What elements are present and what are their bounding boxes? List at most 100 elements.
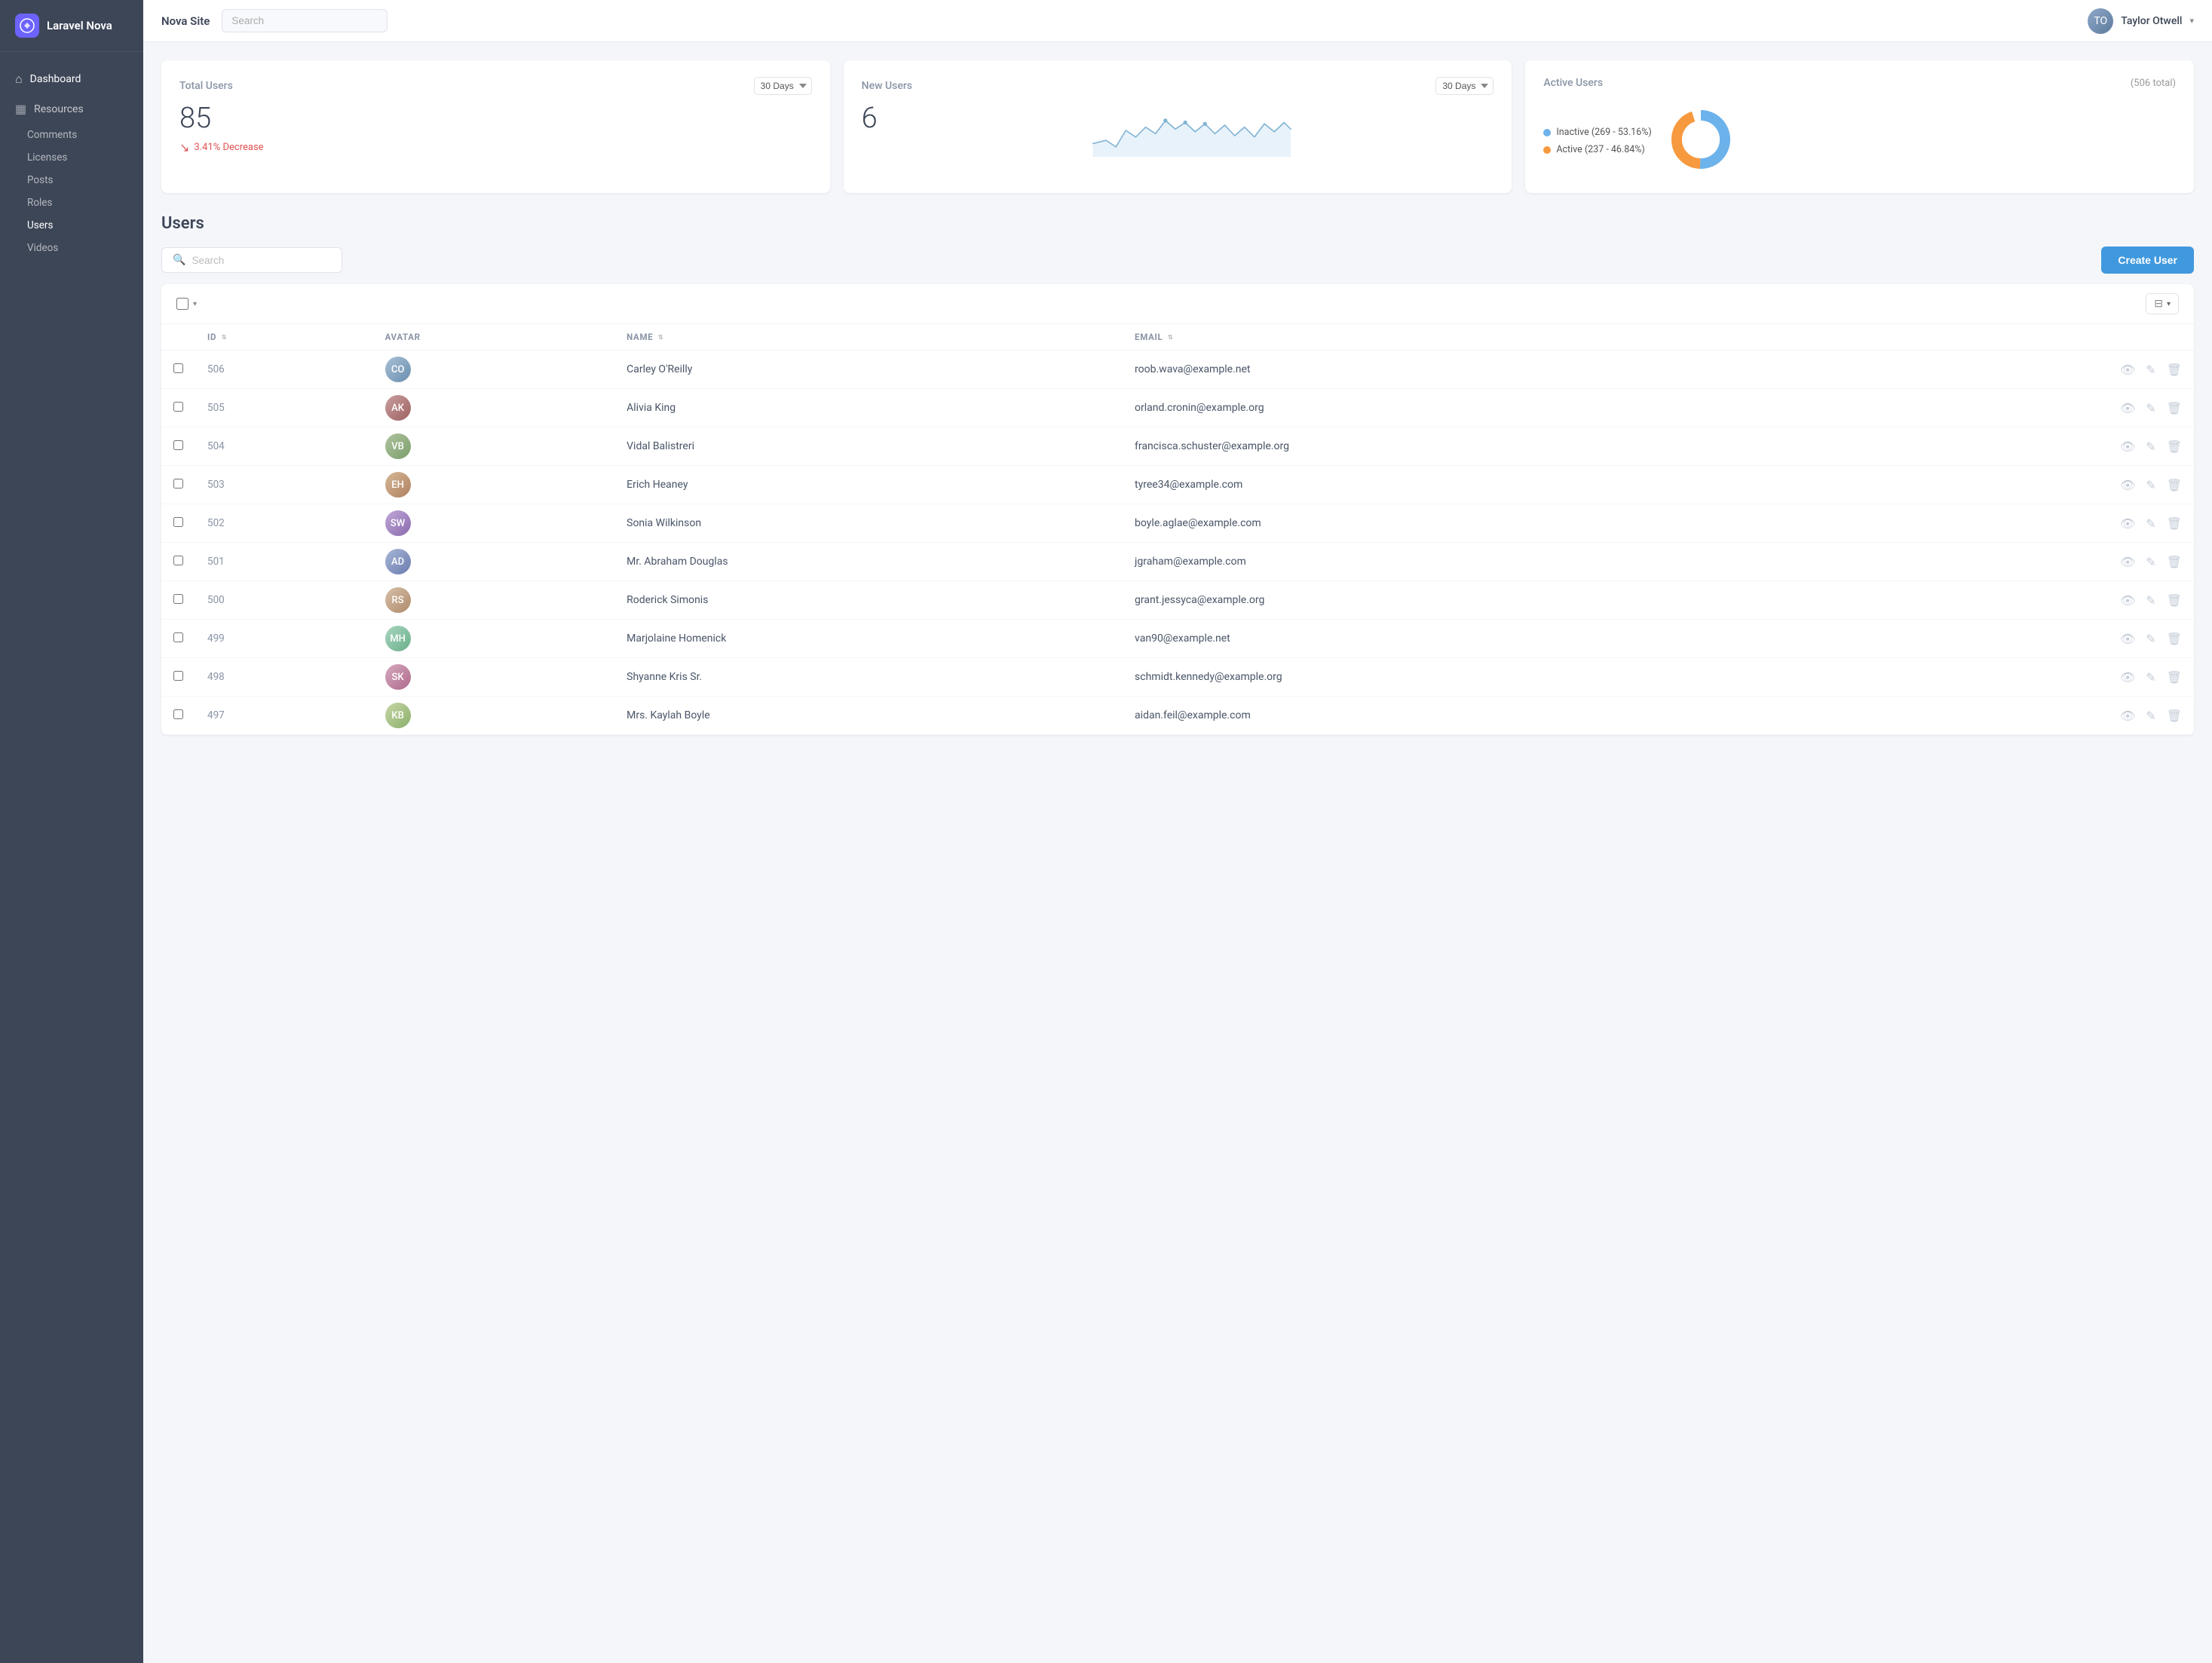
legend-active: Active (237 - 46.84%) <box>1543 144 1651 155</box>
new-users-period-select[interactable]: 30 Days 60 Days 90 Days <box>1435 77 1494 95</box>
th-checkbox <box>161 324 195 351</box>
sidebar-item-videos[interactable]: Videos <box>0 237 143 259</box>
row-name: Shyanne Kris Sr. <box>614 658 1123 697</box>
table-row: 498 SK Shyanne Kris Sr. schmidt.kennedy@… <box>161 658 2194 697</box>
delete-icon[interactable]: 🗑 <box>2167 439 2182 454</box>
id-sort-icon[interactable]: ⇅ <box>222 334 227 341</box>
delete-icon[interactable]: 🗑 <box>2167 593 2182 608</box>
row-actions: 👁 ✎ 🗑 <box>1858 478 2182 492</box>
view-icon[interactable]: 👁 <box>2120 401 2135 415</box>
select-all-checkbox[interactable] <box>176 298 188 310</box>
row-avatar-cell: RS <box>373 581 615 620</box>
view-icon[interactable]: 👁 <box>2120 478 2135 492</box>
total-users-period-select[interactable]: 30 Days 60 Days 90 Days <box>754 77 812 95</box>
sidebar-item-dashboard[interactable]: ⌂ Dashboard <box>0 64 143 94</box>
row-avatar-cell: KB <box>373 697 615 735</box>
table-row: 501 AD Mr. Abraham Douglas jgraham@examp… <box>161 543 2194 581</box>
row-checkbox[interactable] <box>173 709 183 719</box>
view-icon[interactable]: 👁 <box>2120 593 2135 608</box>
row-checkbox[interactable] <box>173 517 183 527</box>
inactive-dot <box>1543 129 1551 136</box>
sidebar-licenses-label: Licenses <box>27 152 67 164</box>
sidebar-item-users[interactable]: Users <box>0 214 143 237</box>
sidebar-videos-label: Videos <box>27 242 58 254</box>
edit-icon[interactable]: ✎ <box>2146 516 2155 531</box>
inactive-label: Inactive (269 - 53.16%) <box>1556 127 1651 138</box>
row-checkbox[interactable] <box>173 632 183 642</box>
row-email: schmidt.kennedy@example.org <box>1123 658 1846 697</box>
edit-icon[interactable]: ✎ <box>2146 709 2155 723</box>
avatar: EH <box>385 472 411 498</box>
edit-icon[interactable]: ✎ <box>2146 401 2155 415</box>
col-id-label: ID <box>207 332 216 342</box>
view-icon[interactable]: 👁 <box>2120 670 2135 684</box>
delete-icon[interactable]: 🗑 <box>2167 363 2182 377</box>
avatar: MH <box>385 626 411 651</box>
delete-icon[interactable]: 🗑 <box>2167 401 2182 415</box>
view-icon[interactable]: 👁 <box>2120 363 2135 377</box>
chevron-down-icon[interactable]: ▾ <box>193 300 197 308</box>
filter-button[interactable]: ⊟ ▾ <box>2146 293 2179 314</box>
username: Taylor Otwell <box>2121 15 2182 27</box>
row-checkbox-cell <box>161 581 195 620</box>
edit-icon[interactable]: ✎ <box>2146 670 2155 684</box>
row-id: 505 <box>195 389 373 427</box>
donut-svg <box>1667 106 1735 173</box>
row-checkbox[interactable] <box>173 594 183 604</box>
delete-icon[interactable]: 🗑 <box>2167 516 2182 531</box>
delete-icon[interactable]: 🗑 <box>2167 555 2182 569</box>
th-email[interactable]: EMAIL ⇅ <box>1123 324 1846 351</box>
search-input[interactable] <box>191 255 331 266</box>
chevron-down-icon: ▾ <box>2189 16 2194 26</box>
table-toolbar: 🔍 Create User <box>161 247 2194 274</box>
edit-icon[interactable]: ✎ <box>2146 478 2155 492</box>
app-logo-icon <box>15 14 39 38</box>
row-checkbox[interactable] <box>173 440 183 450</box>
sidebar-item-roles[interactable]: Roles <box>0 191 143 214</box>
sparkline-chart <box>890 104 1494 157</box>
total-users-title: Total Users <box>179 80 233 92</box>
sidebar-item-licenses[interactable]: Licenses <box>0 146 143 169</box>
th-actions <box>1846 324 2194 351</box>
delete-icon[interactable]: 🗑 <box>2167 632 2182 646</box>
total-users-change: ↘ 3.41% Decrease <box>179 140 812 155</box>
delete-icon[interactable]: 🗑 <box>2167 478 2182 492</box>
total-users-change-text: 3.41% Decrease <box>194 142 263 153</box>
user-menu[interactable]: TO Taylor Otwell ▾ <box>2088 8 2194 34</box>
create-user-button[interactable]: Create User <box>2101 247 2194 274</box>
view-icon[interactable]: 👁 <box>2120 439 2135 454</box>
th-name[interactable]: NAME ⇅ <box>614 324 1123 351</box>
th-id[interactable]: ID ⇅ <box>195 324 373 351</box>
row-actions: 👁 ✎ 🗑 <box>1858 670 2182 684</box>
name-sort-icon[interactable]: ⇅ <box>658 334 663 341</box>
row-name: Carley O'Reilly <box>614 351 1123 389</box>
view-icon[interactable]: 👁 <box>2120 516 2135 531</box>
email-sort-icon[interactable]: ⇅ <box>1168 334 1173 341</box>
view-icon[interactable]: 👁 <box>2120 709 2135 723</box>
edit-icon[interactable]: ✎ <box>2146 555 2155 569</box>
sidebar-item-comments[interactable]: Comments <box>0 124 143 146</box>
row-email: grant.jessyca@example.org <box>1123 581 1846 620</box>
view-icon[interactable]: 👁 <box>2120 632 2135 646</box>
topbar-search-input[interactable] <box>222 9 388 32</box>
sidebar-item-posts[interactable]: Posts <box>0 169 143 191</box>
avatar: VB <box>385 433 411 459</box>
row-checkbox[interactable] <box>173 402 183 412</box>
donut-chart <box>1667 106 1735 176</box>
chevron-down-icon: ▾ <box>2167 300 2171 308</box>
edit-icon[interactable]: ✎ <box>2146 632 2155 646</box>
avatar: AD <box>385 549 411 574</box>
delete-icon[interactable]: 🗑 <box>2167 670 2182 684</box>
sidebar-item-resources[interactable]: ▦ Resources <box>0 94 143 124</box>
row-checkbox[interactable] <box>173 671 183 681</box>
edit-icon[interactable]: ✎ <box>2146 363 2155 377</box>
edit-icon[interactable]: ✎ <box>2146 439 2155 454</box>
delete-icon[interactable]: 🗑 <box>2167 709 2182 723</box>
row-checkbox[interactable] <box>173 363 183 373</box>
row-checkbox[interactable] <box>173 479 183 488</box>
edit-icon[interactable]: ✎ <box>2146 593 2155 608</box>
view-icon[interactable]: 👁 <box>2120 555 2135 569</box>
row-email: jgraham@example.com <box>1123 543 1846 581</box>
row-name: Marjolaine Homenick <box>614 620 1123 658</box>
row-checkbox[interactable] <box>173 556 183 565</box>
